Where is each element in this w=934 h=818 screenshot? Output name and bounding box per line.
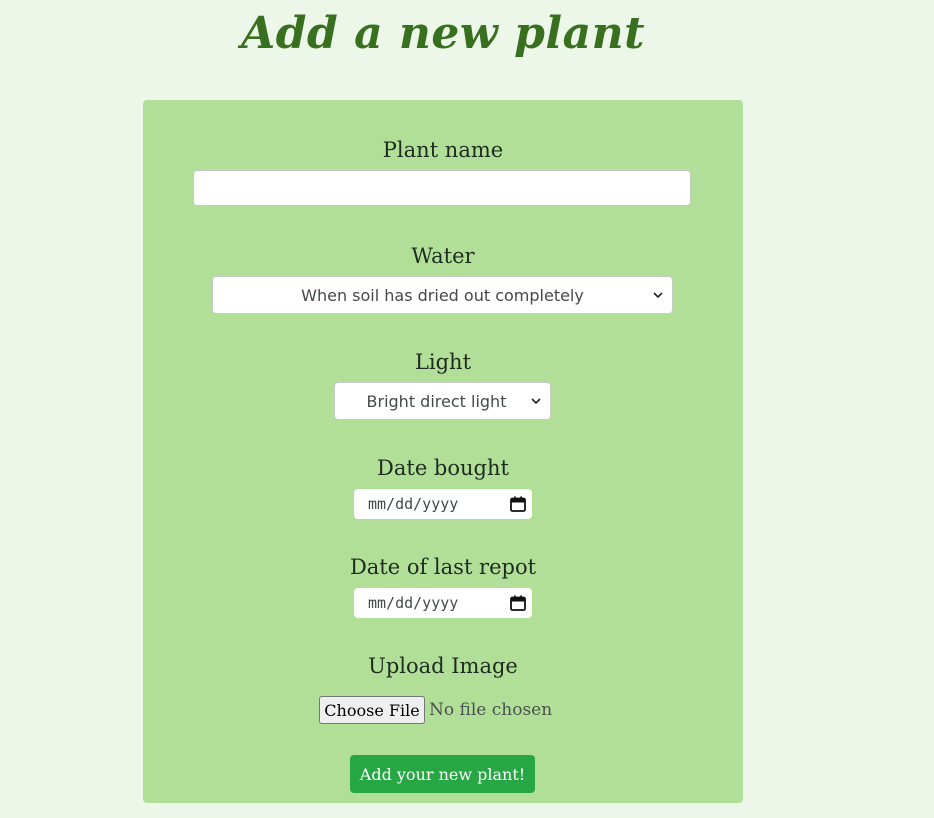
water-label: Water (411, 244, 475, 268)
chevron-down-icon (653, 292, 663, 299)
calendar-icon[interactable] (509, 495, 527, 513)
light-label: Light (414, 350, 472, 374)
plant-name-label: Plant name (382, 138, 504, 162)
light-select[interactable]: Bright direct light (334, 382, 551, 420)
submit-button[interactable]: Add your new plant! (350, 755, 535, 793)
water-select[interactable]: When soil has dried out completely (212, 276, 673, 314)
light-select-value: Bright direct light (366, 391, 507, 411)
add-plant-form: Plant name Water When soil has dried out… (143, 100, 743, 803)
date-bought-placeholder: mm/dd/yyyy (368, 495, 459, 513)
page-title: Add a new plant (241, 8, 645, 59)
file-input: Choose File No file chosen (319, 696, 552, 724)
date-last-repot-label: Date of last repot (349, 555, 537, 579)
date-bought-input[interactable]: mm/dd/yyyy (354, 489, 532, 519)
date-last-repot-input[interactable]: mm/dd/yyyy (354, 588, 532, 618)
calendar-icon[interactable] (509, 594, 527, 612)
date-last-repot-placeholder: mm/dd/yyyy (368, 594, 459, 612)
date-bought-label: Date bought (377, 456, 509, 480)
file-status-text: No file chosen (429, 700, 553, 720)
chevron-down-icon (531, 398, 541, 405)
water-select-value: When soil has dried out completely (301, 285, 584, 305)
upload-image-label: Upload Image (368, 654, 518, 678)
plant-name-input[interactable] (193, 170, 691, 206)
choose-file-button[interactable]: Choose File (319, 696, 425, 724)
